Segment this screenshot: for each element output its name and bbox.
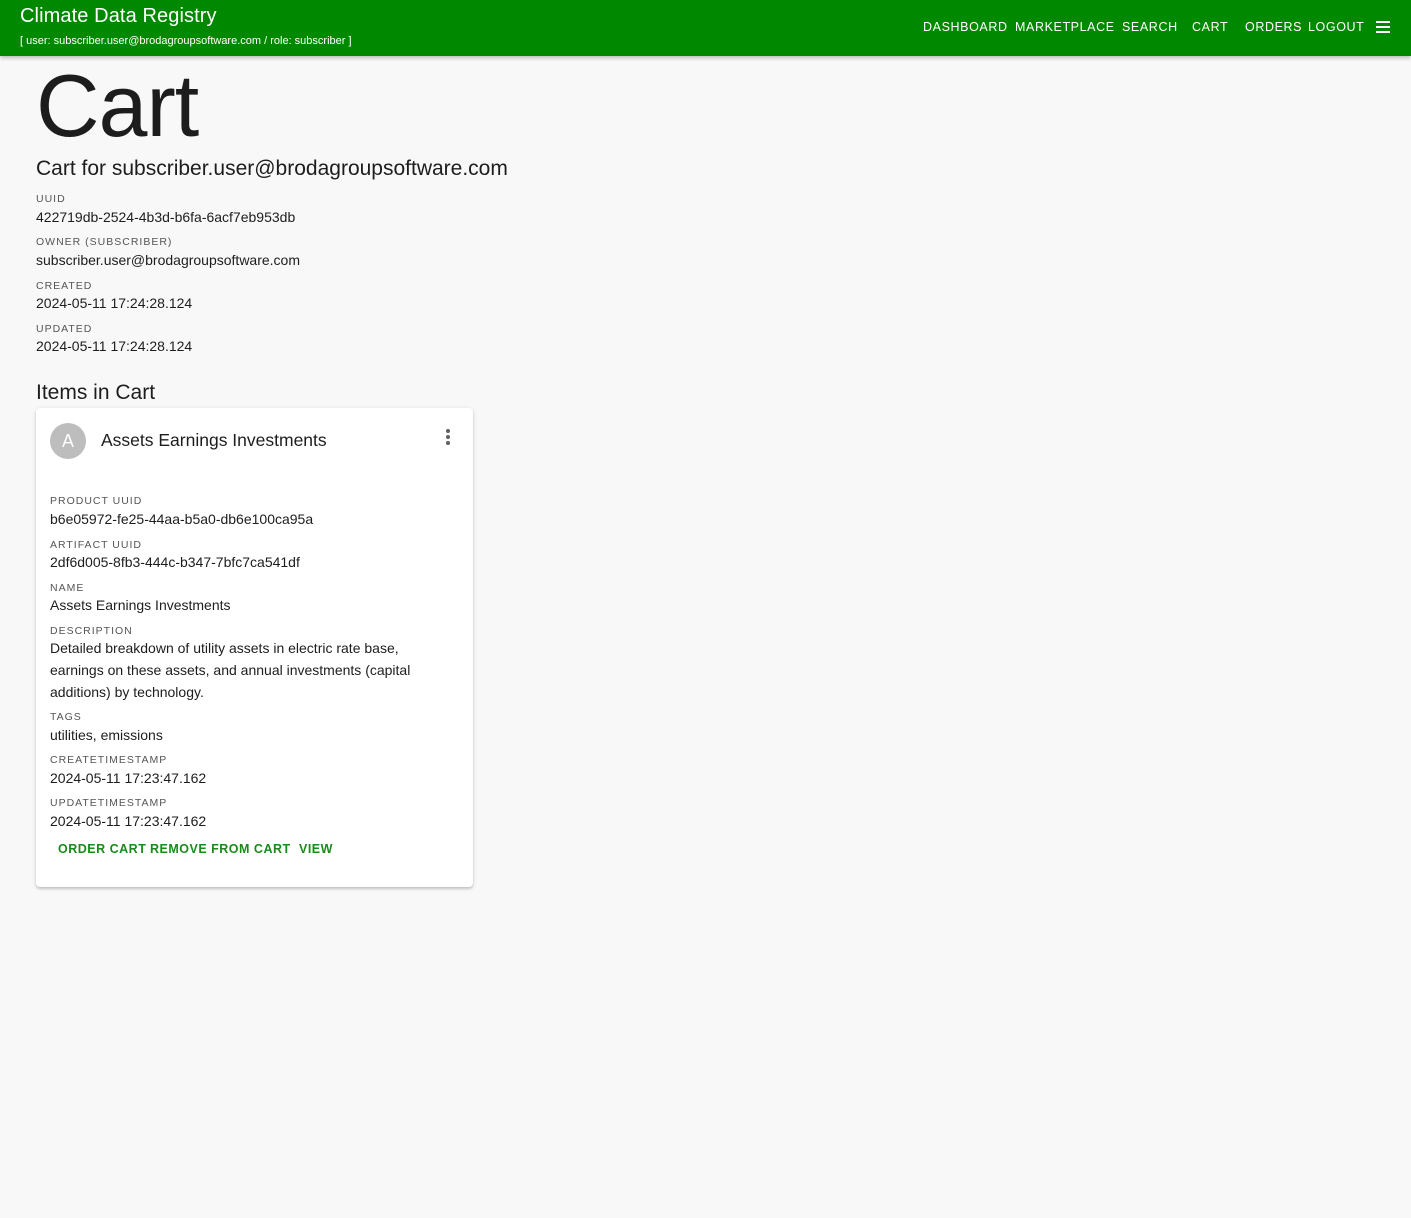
description-value: Detailed breakdown of utility assets in … <box>50 640 411 700</box>
name-value: Assets Earnings Investments <box>50 597 231 613</box>
created-value: 2024-05-11 17:24:28.124 <box>36 295 193 311</box>
card-title: Assets Earnings Investments <box>101 430 327 450</box>
tags-value: utilities, emissions <box>50 727 163 743</box>
product-uuid-label: PRODUCT UUID <box>50 495 143 507</box>
cart-item-card: A Assets Earnings Investments PRODUCT UU… <box>36 408 473 887</box>
user-role-subtitle: [ user: subscriber.user@brodagroupsoftwa… <box>20 35 352 47</box>
product-uuid-value: b6e05972-fe25-44aa-b5a0-db6e100ca95a <box>50 511 314 527</box>
avatar: A <box>50 423 86 459</box>
updated-label: UPDATED <box>36 323 93 335</box>
app-title: Climate Data Registry <box>20 5 217 27</box>
owner-value: subscriber.user@brodagroupsoftware.com <box>36 252 301 268</box>
uuid-value: 422719db-2524-4b3d-b6fa-6acf7eb953db <box>36 209 296 225</box>
create-timestamp-value: 2024-05-11 17:23:47.162 <box>50 770 207 786</box>
artifact-uuid-value: 2df6d005-8fb3-444c-b347-7bfc7ca541df <box>50 554 300 570</box>
view-button[interactable]: VIEW <box>299 841 333 857</box>
cart-owner-heading: Cart for subscriber.user@brodagroupsoftw… <box>36 157 508 180</box>
created-label: CREATED <box>36 280 93 292</box>
nav-orders[interactable]: ORDERS <box>1245 19 1302 35</box>
nav-cart[interactable]: CART <box>1192 19 1228 35</box>
nav-dashboard[interactable]: DASHBOARD <box>923 19 1008 35</box>
name-label: NAME <box>50 582 85 594</box>
items-heading: Items in Cart <box>36 381 156 404</box>
nav-logout[interactable]: LOGOUT <box>1308 19 1364 35</box>
description-label: DESCRIPTION <box>50 625 133 637</box>
nav-marketplace[interactable]: MARKETPLACE <box>1015 19 1115 35</box>
artifact-uuid-label: ARTIFACT UUID <box>50 539 142 551</box>
order-cart-button[interactable]: ORDER CART <box>58 841 146 857</box>
update-timestamp-value: 2024-05-11 17:23:47.162 <box>50 813 207 829</box>
remove-from-cart-button[interactable]: REMOVE FROM CART <box>150 841 291 857</box>
updated-value: 2024-05-11 17:24:28.124 <box>36 338 193 354</box>
owner-label: OWNER (SUBSCRIBER) <box>36 236 173 248</box>
nav-search[interactable]: SEARCH <box>1122 19 1178 35</box>
page-title: Cart <box>36 56 199 155</box>
menu-icon[interactable] <box>1374 18 1394 36</box>
update-timestamp-label: UPDATETIMESTAMP <box>50 797 168 809</box>
app-bar: Climate Data Registry [ user: subscriber… <box>0 0 1411 56</box>
uuid-label: UUID <box>36 193 66 205</box>
tags-label: TAGS <box>50 711 82 723</box>
more-vert-icon[interactable] <box>438 427 458 447</box>
create-timestamp-label: CREATETIMESTAMP <box>50 754 168 766</box>
